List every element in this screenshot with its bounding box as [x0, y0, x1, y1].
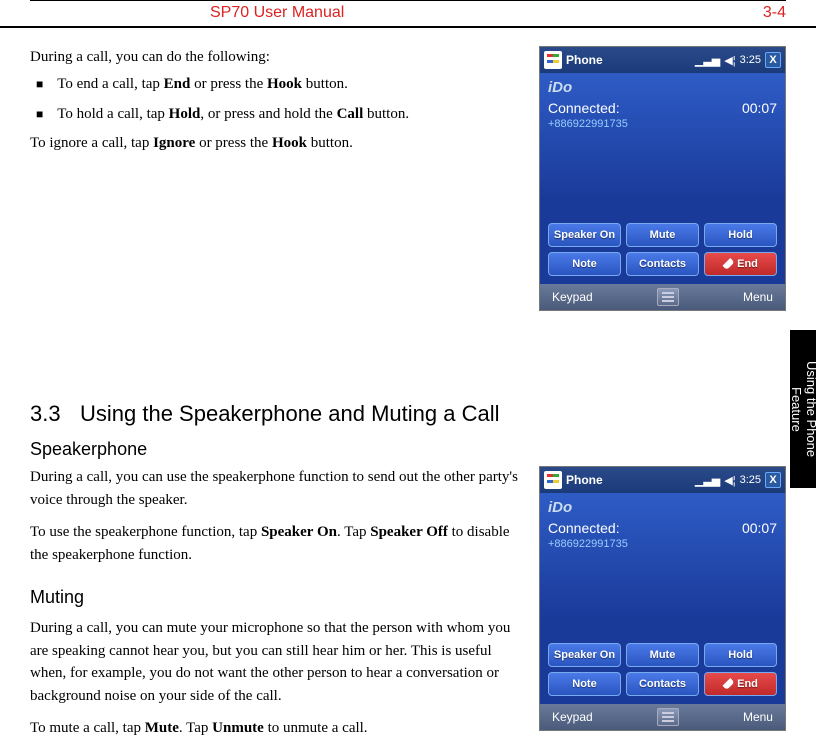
- phone-soft-bar: Keypad Menu: [540, 704, 785, 730]
- keypad-softkey[interactable]: Keypad: [552, 710, 593, 724]
- keypad-softkey[interactable]: Keypad: [552, 290, 593, 304]
- status-icons: ▁▃▅ ◀¦ 3:25: [695, 474, 761, 487]
- subheading-muting: Muting: [30, 584, 521, 611]
- mute-button[interactable]: Mute: [626, 643, 699, 667]
- phone-status-bar: Phone ▁▃▅ ◀¦ 3:25 X: [540, 47, 785, 73]
- end-button[interactable]: End: [704, 252, 777, 276]
- subheading-speakerphone: Speakerphone: [30, 439, 786, 460]
- speaker-icon: ◀¦: [724, 474, 735, 487]
- close-button[interactable]: X: [765, 52, 781, 68]
- mute-button[interactable]: Mute: [626, 223, 699, 247]
- phone-number: +886922991735: [548, 538, 777, 550]
- start-icon[interactable]: [544, 51, 562, 69]
- call-status: Connected:: [548, 520, 620, 536]
- speakerphone-text: During a call, you can use the speakerph…: [30, 466, 521, 750]
- end-button[interactable]: End: [704, 672, 777, 696]
- phone-status-bar: Phone ▁▃▅ ◀¦ 3:25 X: [540, 467, 785, 493]
- contacts-button[interactable]: Contacts: [626, 672, 699, 696]
- phone-screenshot: Phone ▁▃▅ ◀¦ 3:25 X iDo Connected: 00:07…: [539, 466, 786, 731]
- hold-button[interactable]: Hold: [704, 643, 777, 667]
- intro-text: During a call, you can do the following:…: [30, 46, 521, 311]
- signal-icon: ▁▃▅: [695, 54, 720, 67]
- speakerphone-p1: During a call, you can use the speakerph…: [30, 466, 521, 511]
- bullet-text: To end a call, tap End or press the Hook…: [57, 73, 348, 96]
- note-button[interactable]: Note: [548, 252, 621, 276]
- start-icon[interactable]: [544, 471, 562, 489]
- carrier-logo: iDo: [548, 499, 777, 516]
- section-title: Using the Speakerphone and Muting a Call: [80, 401, 500, 426]
- bullet-item: ■ To hold a call, tap Hold, or press and…: [30, 103, 521, 126]
- hold-button[interactable]: Hold: [704, 223, 777, 247]
- phone-icon: [723, 678, 735, 690]
- square-bullet-icon: ■: [36, 73, 43, 95]
- phone-screenshot: Phone ▁▃▅ ◀¦ 3:25 X iDo Connected: 00:07…: [539, 46, 786, 311]
- contacts-button[interactable]: Contacts: [626, 252, 699, 276]
- muting-p2: To mute a call, tap Mute. Tap Unmute to …: [30, 717, 521, 740]
- carrier-logo: iDo: [548, 79, 777, 96]
- status-icons: ▁▃▅ ◀¦ 3:25: [695, 54, 761, 67]
- speaker-on-button[interactable]: Speaker On: [548, 643, 621, 667]
- muting-p1: During a call, you can mute your microph…: [30, 617, 521, 707]
- signal-icon: ▁▃▅: [695, 474, 720, 487]
- phone-icon: [723, 258, 735, 270]
- phone-number: +886922991735: [548, 118, 777, 130]
- menu-softkey[interactable]: Menu: [743, 290, 773, 304]
- page-header: SP70 User Manual 3-4: [0, 0, 816, 28]
- section-heading: 3.3Using the Speakerphone and Muting a C…: [30, 401, 786, 427]
- app-title: Phone: [566, 53, 691, 67]
- menu-softkey[interactable]: Menu: [743, 710, 773, 724]
- square-bullet-icon: ■: [36, 103, 43, 125]
- sip-icon[interactable]: [657, 288, 679, 306]
- app-title: Phone: [566, 473, 691, 487]
- speaker-on-button[interactable]: Speaker On: [548, 223, 621, 247]
- ignore-line: To ignore a call, tap Ignore or press th…: [30, 132, 521, 155]
- bullet-item: ■ To end a call, tap End or press the Ho…: [30, 73, 521, 96]
- side-tab: Using the Phone Feature: [790, 330, 816, 488]
- call-timer: 00:07: [742, 100, 777, 116]
- clock: 3:25: [740, 54, 761, 66]
- manual-title: SP70 User Manual: [210, 4, 344, 22]
- call-status: Connected:: [548, 100, 620, 116]
- bullet-text: To hold a call, tap Hold, or press and h…: [57, 103, 409, 126]
- phone-body: iDo Connected: 00:07 +886922991735 Speak…: [540, 493, 785, 704]
- intro-lead: During a call, you can do the following:: [30, 46, 521, 69]
- phone-soft-bar: Keypad Menu: [540, 284, 785, 310]
- note-button[interactable]: Note: [548, 672, 621, 696]
- call-timer: 00:07: [742, 520, 777, 536]
- phone-body: iDo Connected: 00:07 +886922991735 Speak…: [540, 73, 785, 284]
- clock: 3:25: [740, 474, 761, 486]
- page-number: 3-4: [763, 4, 786, 22]
- speaker-icon: ◀¦: [724, 54, 735, 67]
- page-content: During a call, you can do the following:…: [0, 28, 816, 750]
- sip-icon[interactable]: [657, 708, 679, 726]
- close-button[interactable]: X: [765, 472, 781, 488]
- speakerphone-p2: To use the speakerphone function, tap Sp…: [30, 521, 521, 566]
- section-number: 3.3: [30, 401, 80, 427]
